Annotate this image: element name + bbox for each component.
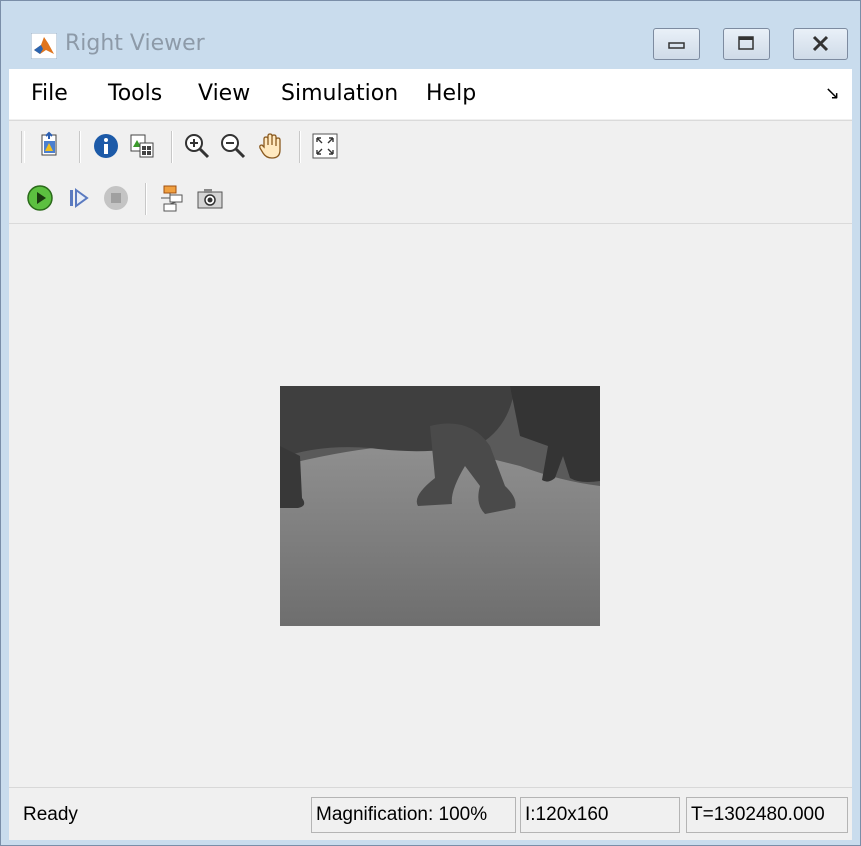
info-icon <box>94 134 118 158</box>
dock-arrow-icon[interactable]: ↘ <box>825 83 840 104</box>
zoom-out-icon <box>221 134 246 159</box>
toolbar-separator <box>145 183 146 215</box>
menu-bar: File Tools View Simulation Help ↘ <box>9 69 852 119</box>
run-button[interactable] <box>23 181 57 215</box>
copy-to-clipboard-icon <box>130 134 154 158</box>
toolbar-simulation <box>9 173 852 224</box>
step-forward-icon <box>70 188 89 208</box>
image-display-area[interactable] <box>9 224 852 784</box>
maximize-icon <box>738 36 754 50</box>
toolbar-grip[interactable] <box>21 131 25 163</box>
print-icon <box>41 131 57 156</box>
pan-hand-icon <box>259 133 281 159</box>
zoom-out-button[interactable] <box>216 129 250 163</box>
snapshot-button[interactable] <box>193 181 227 215</box>
step-forward-button[interactable] <box>61 181 95 215</box>
menu-help[interactable]: Help <box>426 81 476 106</box>
minimize-icon <box>668 42 685 49</box>
title-bar[interactable]: Right Viewer <box>1 1 860 69</box>
stop-button[interactable] <box>99 181 133 215</box>
menu-tools[interactable]: Tools <box>108 81 162 106</box>
print-button[interactable] <box>33 129 67 163</box>
status-bar: Ready Magnification: 100% I:120x160 T=13… <box>9 787 852 840</box>
fit-to-window-icon <box>312 133 338 159</box>
toolbar-separator <box>171 131 172 163</box>
zoom-in-button[interactable] <box>180 129 214 163</box>
client-area: File Tools View Simulation Help ↘ Ready … <box>9 69 852 840</box>
snapshot-camera-icon <box>197 189 223 209</box>
toolbar-separator <box>79 131 80 163</box>
image-size-readout: I:120x160 <box>525 804 609 825</box>
close-icon <box>812 35 829 52</box>
copy-to-clipboard-button[interactable] <box>125 129 159 163</box>
window-title: Right Viewer <box>65 31 205 56</box>
info-button[interactable] <box>89 129 123 163</box>
right-viewer-window: Right Viewer File Tools View Simulation … <box>0 0 861 846</box>
matlab-icon <box>31 33 57 59</box>
highlight-block-icon <box>161 185 183 212</box>
highlight-block-button[interactable] <box>156 181 190 215</box>
minimize-button[interactable] <box>653 28 700 60</box>
run-icon <box>27 185 53 211</box>
maximize-button[interactable] <box>723 28 770 60</box>
menu-simulation[interactable]: Simulation <box>281 81 398 106</box>
toolbar-view <box>9 120 852 174</box>
menu-view[interactable]: View <box>198 81 250 106</box>
status-text: Ready <box>23 804 78 825</box>
zoom-in-icon <box>185 134 210 159</box>
fit-to-window-button[interactable] <box>308 129 342 163</box>
time-readout: T=1302480.000 <box>691 804 825 825</box>
toolbar-separator <box>299 131 300 163</box>
video-frame <box>280 386 600 626</box>
magnification-readout: Magnification: 100% <box>316 804 488 825</box>
menu-file[interactable]: File <box>31 81 68 106</box>
stop-icon <box>104 186 128 210</box>
pan-button[interactable] <box>254 129 288 163</box>
close-button[interactable] <box>793 28 848 60</box>
